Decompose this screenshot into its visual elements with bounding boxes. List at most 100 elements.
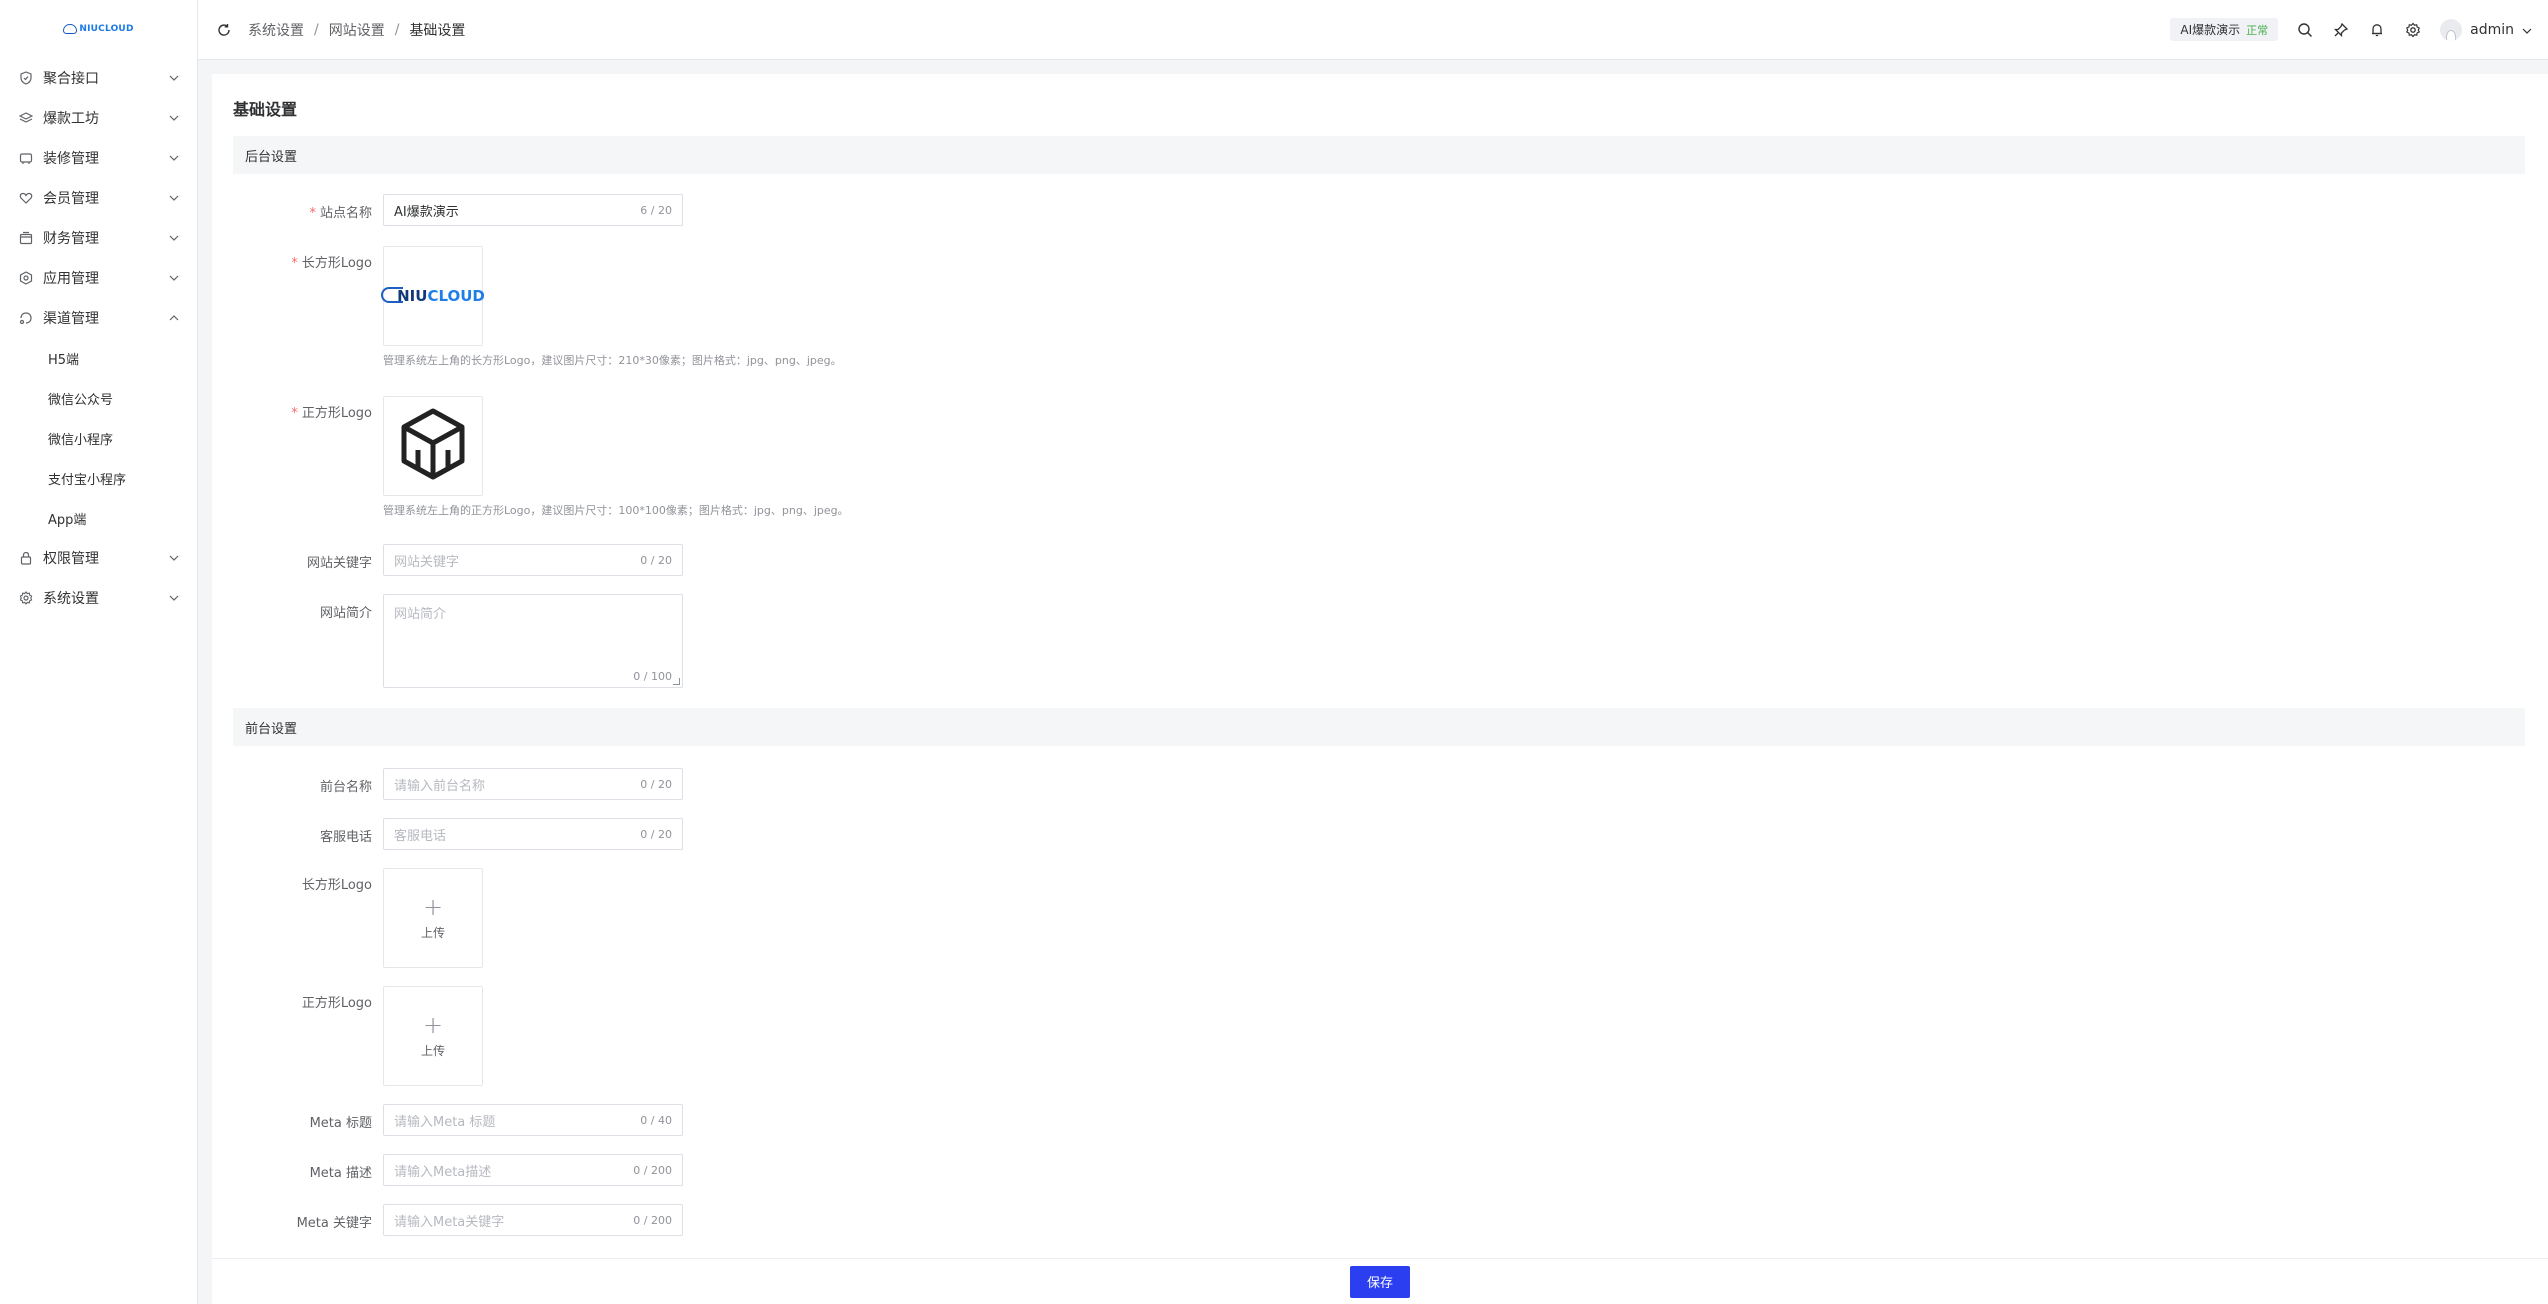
front-rect-logo-label: 长方形Logo: [301, 878, 372, 893]
meta-description-placeholder: 请输入Meta描述: [394, 1164, 492, 1180]
upload-label: 上传: [420, 925, 445, 940]
sidebar-item-label: 装修管理: [43, 151, 99, 167]
sidebar-subitem-wechat-official[interactable]: 微信公众号: [0, 378, 197, 418]
keywords-input[interactable]: 网站关键字 0 / 20: [383, 544, 683, 576]
breadcrumb-current: 基础设置: [409, 22, 466, 39]
meta-keywords-label: Meta 关键字: [296, 1216, 372, 1231]
square-logo-hint: 管理系统左上角的正方形Logo，建议图片尺寸：100*100像素；图片格式：jp…: [383, 504, 849, 517]
save-button[interactable]: 保存: [1350, 1265, 1410, 1298]
sidebar-item-channels[interactable]: 渠道管理: [0, 298, 197, 338]
sidebar-item-label: 聚合接口: [43, 71, 99, 87]
cloud-icon: [63, 24, 78, 34]
sidebar-item-label: 权限管理: [43, 551, 99, 567]
palette-icon: [18, 150, 34, 166]
meta-keywords-input[interactable]: 请输入Meta关键字 0 / 200: [383, 1204, 683, 1236]
chevron-down-icon: [169, 73, 179, 83]
sidebar-item-system-settings[interactable]: 系统设置: [0, 578, 197, 618]
refresh-icon[interactable]: [216, 22, 232, 38]
sidebar-item-label: 渠道管理: [43, 311, 99, 327]
rect-logo-hint: 管理系统左上角的长方形Logo，建议图片尺寸：210*30像素；图片格式：jpg…: [383, 354, 842, 367]
breadcrumb-item[interactable]: 系统设置: [248, 20, 304, 40]
front-square-logo-label: 正方形Logo: [301, 996, 372, 1011]
meta-description-label: Meta 描述: [309, 1166, 372, 1181]
meta-title-input[interactable]: 请输入Meta 标题 0 / 40: [383, 1104, 683, 1136]
breadcrumb-separator: /: [394, 21, 400, 38]
sidebar-item-label: 应用管理: [43, 271, 99, 287]
sidebar-item-label: 爆款工坊: [43, 111, 99, 127]
front-square-logo-upload[interactable]: + 上传: [383, 986, 483, 1086]
meta-description-input[interactable]: 请输入Meta描述 0 / 200: [383, 1154, 683, 1186]
sidebar-item-permissions[interactable]: 权限管理: [0, 538, 197, 578]
description-textarea[interactable]: 网站简介 0 / 100: [383, 594, 683, 688]
sidebar-item-label: 系统设置: [43, 591, 99, 607]
front-name-label: 前台名称: [319, 780, 372, 795]
user-menu[interactable]: admin: [2440, 18, 2532, 41]
square-logo-upload[interactable]: [383, 396, 483, 496]
char-count: 0 / 20: [640, 777, 672, 791]
meta-title-placeholder: 请输入Meta 标题: [394, 1114, 496, 1130]
chevron-down-icon: [169, 553, 179, 563]
sidebar-item-decoration[interactable]: 装修管理: [0, 138, 197, 178]
chevron-down-icon: [169, 153, 179, 163]
bell-icon[interactable]: [2368, 21, 2386, 39]
chevron-down-icon: [169, 233, 179, 243]
keywords-placeholder: 网站关键字: [394, 554, 460, 570]
brand-name: NIUCLOUD: [79, 24, 134, 34]
description-label: 网站简介: [319, 606, 372, 621]
char-count: 0 / 100: [633, 670, 672, 683]
sidebar-item-label: 会员管理: [43, 191, 99, 207]
sidebar-item-hot-workshop[interactable]: 爆款工坊: [0, 98, 197, 138]
upload-label: 上传: [420, 1043, 445, 1058]
sidebar-item-members[interactable]: 会员管理: [0, 178, 197, 218]
service-phone-label: 客服电话: [319, 830, 372, 845]
brand-logo[interactable]: NIUCLOUD: [0, 0, 197, 58]
front-rect-logo-upload[interactable]: + 上传: [383, 868, 483, 968]
chevron-up-icon: [169, 313, 179, 323]
char-count: 0 / 20: [640, 827, 672, 841]
header-actions: AI爆款演示 正常 admin: [2170, 18, 2532, 41]
description-placeholder: 网站简介: [394, 607, 447, 622]
char-count: 0 / 20: [640, 553, 672, 567]
site-switcher[interactable]: AI爆款演示 正常: [2170, 18, 2279, 41]
gear-icon: [18, 590, 34, 606]
chevron-down-icon: [169, 593, 179, 603]
settings-form-card: 基础设置 后台设置 * 站点名称 AI爆款演示 6 / 20 * 长方形Logo N…: [212, 74, 2548, 1258]
top-header: 系统设置 / 网站设置 / 基础设置 AI爆款演示 正常 admin: [198, 0, 2548, 60]
keywords-label: 网站关键字: [306, 556, 372, 571]
plus-icon: +: [422, 1010, 444, 1039]
site-name-input[interactable]: AI爆款演示 6 / 20: [383, 194, 683, 226]
avatar: [2440, 18, 2463, 41]
sidebar-subitem-wechat-mini[interactable]: 微信小程序: [0, 418, 197, 458]
char-count: 6 / 20: [640, 203, 672, 217]
settings-icon[interactable]: [2404, 21, 2422, 39]
site-name-label: * 站点名称: [309, 206, 372, 221]
pin-icon[interactable]: [2332, 21, 2350, 39]
char-count: 0 / 40: [640, 1113, 672, 1127]
service-phone-placeholder: 客服电话: [394, 828, 447, 844]
rect-logo-upload[interactable]: NIU CLOUD: [381, 246, 485, 346]
sidebar-item-apps[interactable]: 应用管理: [0, 258, 197, 298]
niucloud-logo-image: NIU CLOUD: [381, 287, 485, 305]
resize-handle[interactable]: [673, 678, 680, 685]
service-phone-input[interactable]: 客服电话 0 / 20: [383, 818, 683, 850]
sidebar-item-aggregate-api[interactable]: 聚合接口: [0, 58, 197, 98]
site-name-value: AI爆款演示: [394, 204, 459, 220]
breadcrumb: 系统设置 / 网站设置 / 基础设置: [248, 20, 465, 40]
required-mark: *: [291, 256, 298, 271]
char-count: 0 / 200: [633, 1213, 672, 1227]
breadcrumb-item[interactable]: 网站设置: [329, 20, 385, 40]
page-title: 基础设置: [233, 100, 298, 119]
search-icon[interactable]: [2296, 21, 2314, 39]
meta-keywords-placeholder: 请输入Meta关键字: [394, 1214, 505, 1230]
meta-title-label: Meta 标题: [309, 1116, 372, 1131]
front-name-input[interactable]: 请输入前台名称 0 / 20: [383, 768, 683, 800]
plus-icon: +: [422, 892, 444, 921]
sidebar-subitem-alipay-mini[interactable]: 支付宝小程序: [0, 458, 197, 498]
sidebar-item-finance[interactable]: 财务管理: [0, 218, 197, 258]
site-status-badge: 正常: [2246, 23, 2269, 37]
sidebar-subitem-app[interactable]: App端: [0, 498, 197, 538]
lock-icon: [18, 550, 34, 566]
wallet-icon: [18, 230, 34, 246]
sidebar-subitem-h5[interactable]: H5端: [0, 338, 197, 378]
required-mark: *: [291, 406, 298, 421]
